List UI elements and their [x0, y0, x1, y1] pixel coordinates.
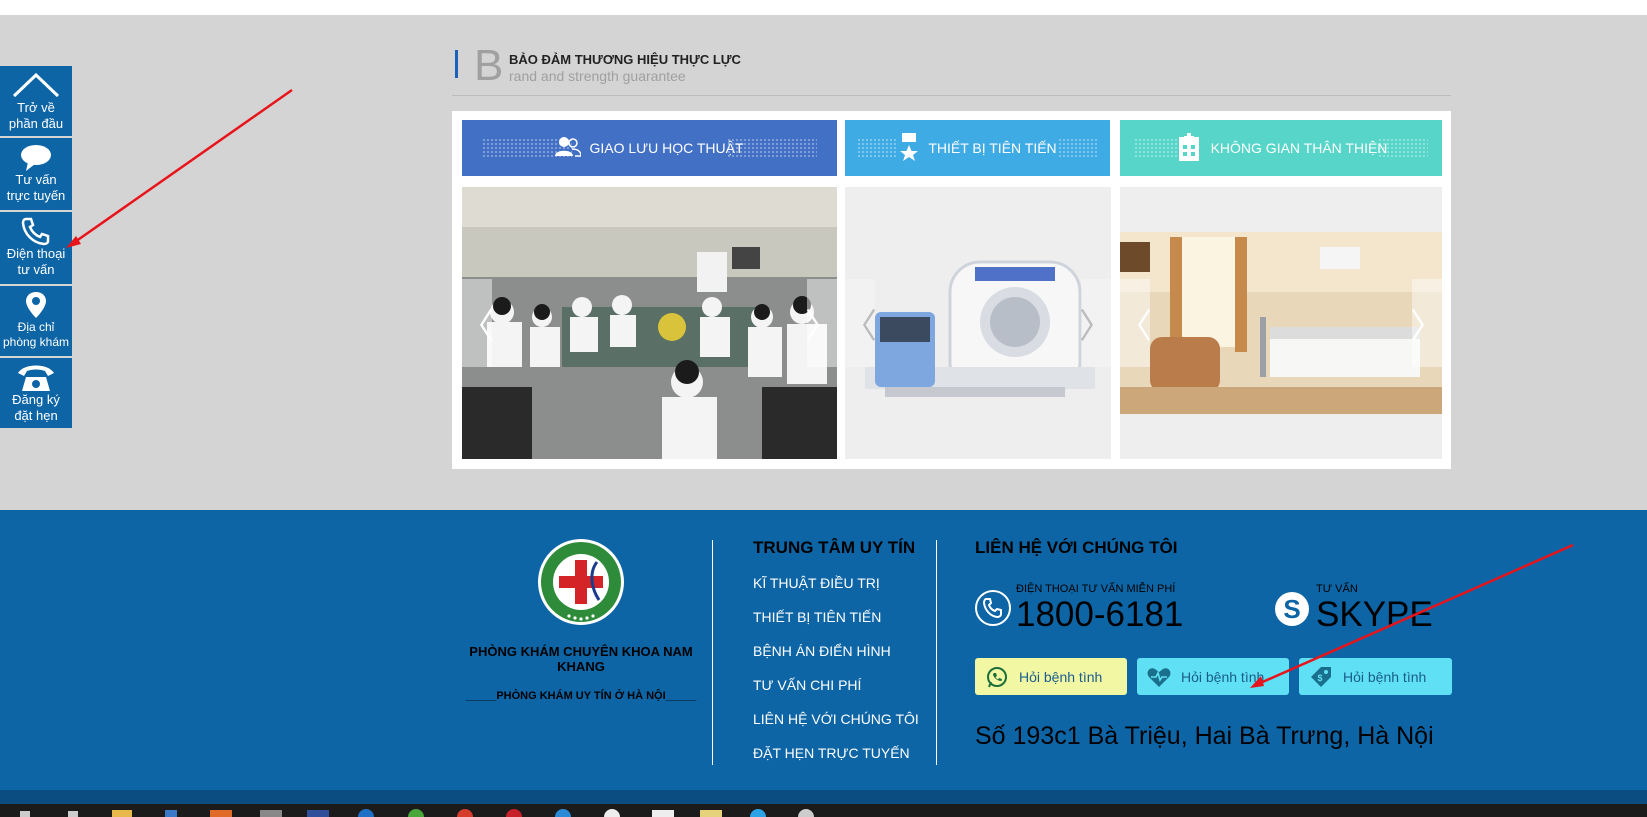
tab-advanced-equipment[interactable]: THIẾT BỊ TIÊN TIẾN — [845, 120, 1110, 176]
ask-whatsapp-button[interactable]: Hỏi bệnh tình — [975, 658, 1127, 695]
sidebar-item-clinic-address[interactable]: Địa chỉ phòng khám — [0, 286, 72, 358]
clinic-name: PHÒNG KHÁM CHUYÊN KHOA NAM KHANG — [469, 644, 693, 674]
hotline-number[interactable]: 1800-6181 — [1016, 596, 1183, 634]
top-white-strip — [0, 0, 1647, 15]
ask-button-label: Hỏi bệnh tình — [1181, 668, 1265, 685]
ask-price-button[interactable]: $ Hỏi bệnh tình — [1299, 658, 1452, 695]
sidebar-item-label: Tư vấn — [15, 172, 57, 187]
footer-divider — [936, 540, 937, 765]
section-big-letter: B — [474, 41, 504, 90]
trusted-center-links: KĨ THUẬT ĐIỀU TRỊ THIẾT BỊ TIÊN TIẾN BỆN… — [753, 574, 919, 778]
phone-icon — [20, 216, 52, 246]
sidebar-item-label: trực tuyến — [6, 188, 66, 203]
svg-text:S: S — [1283, 594, 1300, 624]
ask-button-label: Hỏi bệnh tình — [1019, 668, 1103, 685]
sidebar-item-label: tư vấn — [17, 262, 55, 277]
footer-link[interactable]: THIẾT BỊ TIÊN TIẾN — [753, 608, 919, 642]
section-title: BẢO ĐẢM THƯƠNG HIỆU THỰC LỰC — [509, 52, 741, 67]
telephone-handset-icon — [14, 362, 58, 392]
carousel-prev-button[interactable]: 〈 — [845, 279, 877, 367]
ask-health-button[interactable]: Hỏi bệnh tình — [1137, 658, 1289, 695]
chevron-left-icon: 〈 — [462, 307, 494, 346]
carousel-prev-button[interactable]: 〈 — [462, 279, 494, 367]
heart-pulse-icon — [1137, 666, 1181, 688]
section-divider — [452, 95, 1451, 96]
section-header-bar — [455, 50, 458, 78]
skype-icon[interactable]: S — [1274, 591, 1310, 627]
chevron-right-icon: 〉 — [1079, 307, 1111, 346]
sidebar-item-label: Điện thoại — [6, 246, 66, 261]
clinic-logo[interactable] — [537, 538, 625, 626]
tab-dot-pattern — [1058, 138, 1098, 158]
footer-link[interactable]: TƯ VẤN CHI PHÍ — [753, 676, 919, 710]
feature-panel: GIAO LƯU HỌC THUẬT THIẾT BỊ TIÊN TIẾN KH… — [452, 111, 1451, 469]
sidebar-item-label: phòng khám — [2, 335, 70, 349]
carousel-next-button[interactable]: 〉 — [805, 279, 837, 367]
tab-label: THIẾT BỊ TIÊN TIẾN — [928, 140, 1057, 156]
svg-text:$: $ — [1317, 673, 1322, 683]
footer-link[interactable]: LIÊN HỆ VỚI CHÚNG TÔI — [753, 710, 919, 744]
tab-label: KHÔNG GIAN THÂN THIỆN — [1210, 140, 1388, 156]
footer-divider — [712, 540, 713, 765]
meeting-room-photo: 〈 〉 — [462, 187, 837, 459]
footer-link[interactable]: BỆNH ÁN ĐIỂN HÌNH — [753, 642, 919, 676]
price-tag-icon: $ — [1299, 665, 1343, 689]
os-taskbar — [0, 804, 1647, 817]
mri-machine-photo: 〈 〉 — [845, 187, 1111, 459]
sidebar-item-phone-consult[interactable]: Điện thoại tư vấn — [0, 212, 72, 286]
tab-dot-pattern — [857, 138, 897, 158]
floating-sidebar: Trở về phần đầu Tư vấn trực tuyến Điện t… — [0, 66, 72, 430]
sidebar-item-label: Đăng ký — [12, 392, 60, 407]
phone-circle-icon — [975, 590, 1011, 626]
chevron-right-icon: 〉 — [1410, 307, 1442, 346]
footer-link[interactable]: ĐẶT HẸN TRỰC TUYẾN — [753, 744, 919, 778]
chevron-left-icon: 〈 — [845, 307, 877, 346]
tab-friendly-space[interactable]: KHÔNG GIAN THÂN THIỆN — [1120, 120, 1442, 176]
sidebar-item-online-consult[interactable]: Tư vấn trực tuyến — [0, 138, 72, 212]
sidebar-item-label: đặt hẹn — [14, 408, 58, 423]
chat-bubble-icon — [18, 142, 54, 172]
sidebar-item-label: Trở về — [17, 100, 55, 115]
people-icon — [555, 136, 583, 161]
free-hotline-label: ĐIỆN THOẠI TƯ VẤN MIỄN PHÍ — [1016, 583, 1176, 595]
map-pin-icon — [23, 290, 49, 320]
chevron-left-icon: 〈 — [1120, 307, 1152, 346]
tab-academic-exchange[interactable]: GIAO LƯU HỌC THUẬT — [462, 120, 837, 176]
carousel-prev-button[interactable]: 〈 — [1120, 279, 1152, 367]
sidebar-item-label: phần đầu — [8, 116, 64, 131]
sidebar-item-back-to-top[interactable]: Trở về phần đầu — [0, 66, 72, 138]
hospital-room-photo: 〈 〉 — [1120, 187, 1442, 459]
ask-button-label: Hỏi bệnh tình — [1343, 668, 1427, 685]
trusted-center-title: TRUNG TÂM UY TÍN — [753, 538, 916, 557]
footer-bottom-bar — [0, 790, 1647, 804]
clinic-tagline: _____PHÒNG KHÁM UY TÍN Ở HÀ NỘI_____ — [465, 690, 697, 702]
chevron-right-icon: 〉 — [805, 307, 837, 346]
skype-label: TƯ VẤN — [1316, 583, 1358, 595]
tab-label: GIAO LƯU HỌC THUẬT — [589, 140, 744, 156]
home-roof-icon — [11, 70, 61, 100]
sidebar-item-label: Địa chỉ — [17, 320, 55, 334]
footer-link[interactable]: KĨ THUẬT ĐIỀU TRỊ — [753, 574, 919, 608]
hospital-icon — [1175, 132, 1203, 164]
carousel-next-button[interactable]: 〉 — [1410, 279, 1442, 367]
clinic-address: Số 193c1 Bà Triệu, Hai Bà Trưng, Hà Nội — [975, 722, 1434, 750]
contact-title: LIÊN HỆ VỚI CHÚNG TÔI — [975, 538, 1178, 557]
sidebar-item-booking[interactable]: Đăng ký đặt hẹn — [0, 358, 72, 430]
medal-icon — [898, 132, 920, 164]
section-subtitle: rand and strength guarantee — [509, 68, 686, 84]
carousel-next-button[interactable]: 〉 — [1079, 279, 1111, 367]
skype-text[interactable]: SKYPE — [1316, 596, 1433, 634]
whatsapp-icon — [975, 665, 1019, 689]
